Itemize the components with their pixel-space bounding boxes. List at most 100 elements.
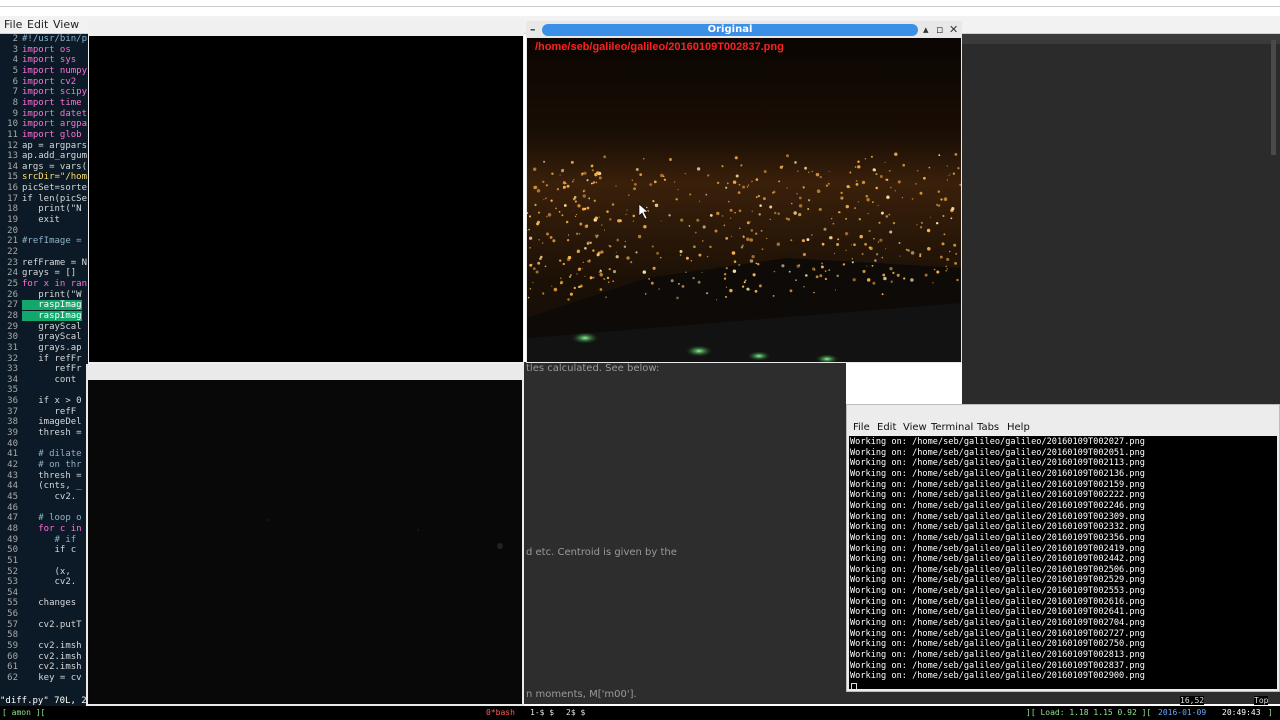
bg-text-1: tles calculated. See below: [526, 363, 660, 374]
code-text: if refFr [22, 353, 82, 364]
original-titlebar[interactable]: – Original ▴ ▫ ✕ [526, 21, 962, 39]
code-line: 53 cv2. [0, 577, 88, 588]
window-1[interactable]: 1-$ $ [530, 706, 554, 720]
terminal-line: Working on: /home/seb/galileo/galileo/20… [850, 607, 1145, 618]
original-window[interactable]: – Original ▴ ▫ ✕ /home/seb/galileo/galil… [526, 21, 962, 363]
terminal-window[interactable]: File Edit View Terminal Tabs Help Workin… [846, 404, 1280, 692]
image-window-delta[interactable] [88, 20, 524, 364]
code-text: grays = [] [22, 268, 77, 279]
code-line: 36 if x > 0 [0, 396, 88, 407]
code-line: 27 raspImag [0, 300, 88, 311]
session-label: [ amon ][ [2, 708, 46, 717]
line-number: 7 [12, 87, 18, 98]
code-text: refFr [22, 364, 82, 375]
line-number: 55 [7, 598, 18, 609]
code-line: 31 grays.ap [0, 343, 88, 354]
line-number: 8 [12, 97, 18, 108]
terminal-line: Working on: /home/seb/galileo/galileo/20… [850, 575, 1145, 586]
tmux-status-bar: [ amon ][ 0*bash 1-$ $ 2$ $ ][ Load: 1.1… [0, 706, 1280, 720]
original-image: /home/seb/galileo/galileo/20160109T00283… [527, 38, 961, 362]
close-icon[interactable]: ✕ [949, 23, 958, 36]
code-line: 57 cv2.putT [0, 620, 88, 631]
line-number: 13 [7, 151, 18, 162]
terminal-line: Working on: /home/seb/galileo/galileo/20… [850, 671, 1145, 682]
terminal-line: Working on: /home/seb/galileo/galileo/20… [850, 586, 1145, 597]
original-window-title: Original [707, 24, 753, 35]
status-end: ] [1268, 708, 1273, 717]
line-number: 52 [7, 566, 18, 577]
line-number: 25 [7, 278, 18, 289]
gvim-menu-view[interactable]: View [53, 18, 79, 31]
code-line: 5 import numpy [0, 66, 88, 77]
code-line: 55 changes [0, 598, 88, 609]
code-text: (x, [22, 566, 71, 577]
line-number: 14 [7, 161, 18, 172]
term-menu-help[interactable]: Help [1007, 422, 1030, 433]
code-text: #!/usr/bin/p [22, 34, 88, 44]
background-scrollbar[interactable] [1271, 40, 1276, 155]
code-text: for c in [22, 523, 82, 534]
code-line: 47 # loop o [0, 513, 88, 524]
line-number: 42 [7, 460, 18, 470]
code-editor[interactable]: 2 #!/usr/bin/p 3 import os 4 import sys 5 impor… [0, 34, 88, 696]
line-number: 62 [7, 673, 18, 683]
term-menu-view[interactable]: View [903, 422, 927, 433]
term-menu-terminal[interactable]: Terminal [931, 422, 973, 433]
window-bash[interactable]: 0*bash [486, 706, 515, 720]
terminal-line: Working on: /home/seb/galileo/galileo/20… [850, 650, 1145, 660]
gvim-menu-file[interactable]: File [4, 18, 22, 31]
term-menu-file[interactable]: File [853, 422, 870, 433]
terminal-line: Working on: /home/seb/galileo/galileo/20… [850, 437, 1145, 447]
line-number: 4 [12, 55, 18, 66]
terminal-line: Working on: /home/seb/galileo/galileo/20… [850, 618, 1145, 629]
code-line: 15 srcDir="/hom [0, 172, 88, 183]
code-text: key = cv [22, 673, 82, 683]
line-number: 50 [7, 545, 18, 556]
line-number: 22 [7, 247, 18, 257]
terminal-line: Working on: /home/seb/galileo/galileo/20… [850, 564, 1145, 575]
line-number: 5 [12, 65, 18, 76]
window-menu-icon[interactable]: – [530, 23, 536, 36]
code-line: 35 [0, 385, 88, 396]
terminal-line: Working on: /home/seb/galileo/galileo/20… [850, 511, 1145, 522]
terminal-output[interactable]: Working on: /home/seb/galileo/galileo/20… [849, 436, 1277, 689]
code-text: print("W [22, 289, 82, 300]
line-number: 6 [12, 76, 18, 87]
code-text: refFrame = N [22, 257, 88, 268]
image-window-thresh[interactable] [86, 364, 524, 706]
top-edge [0, 0, 1280, 7]
terminal-menubar: File Edit View Terminal Tabs Help [847, 421, 1279, 436]
code-text: grayScal [22, 321, 82, 332]
minimize-icon[interactable]: ▫ [936, 23, 943, 36]
terminal-line: Working on: /home/seb/galileo/galileo/20… [850, 639, 1145, 650]
code-text: import glob [22, 129, 82, 140]
bg-text-2: d etc. Centroid is given by the [526, 547, 677, 558]
code-line: 30 grayScal [0, 332, 88, 343]
code-line: 19 exit [0, 215, 88, 226]
window-2[interactable]: 2$ $ [566, 706, 585, 720]
gvim-menu-edit[interactable]: Edit [27, 18, 48, 31]
term-menu-edit[interactable]: Edit [877, 422, 896, 433]
image-window-thresh-canvas [88, 380, 522, 704]
code-line: 21 #refImage = [0, 236, 88, 247]
code-text: raspImag [22, 310, 82, 321]
maximize-icon[interactable]: ▴ [923, 23, 929, 36]
vim-cursor-position: 16,52 [1180, 696, 1205, 705]
line-number: 12 [7, 140, 18, 151]
code-text: args = vars( [22, 161, 88, 172]
code-text: cv2.imsh [22, 651, 82, 662]
line-number: 46 [7, 502, 18, 513]
line-number: 31 [7, 342, 18, 353]
line-number: 2 [12, 34, 18, 44]
code-line: 50 if c [0, 545, 88, 556]
line-number: 30 [7, 332, 18, 343]
terminal-line: Working on: /home/seb/galileo/galileo/20… [850, 596, 1145, 607]
code-text: import time [22, 97, 82, 108]
term-menu-tabs[interactable]: Tabs [977, 422, 999, 433]
image-path-label: /home/seb/galileo/galileo/20160109T00283… [535, 41, 784, 53]
code-text: changes [22, 598, 77, 609]
vim-scroll-position: Top [1254, 696, 1269, 705]
terminal-line: Working on: /home/seb/galileo/galileo/20… [850, 522, 1145, 533]
code-line: 56 [0, 609, 88, 620]
code-text: # loop o [22, 513, 82, 524]
